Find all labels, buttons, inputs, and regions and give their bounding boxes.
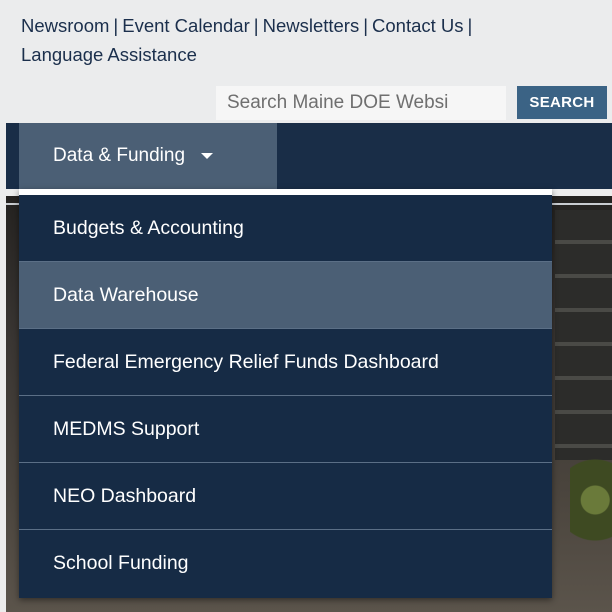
newsletters-link[interactable]: Newsletters — [263, 15, 360, 36]
search-input[interactable] — [216, 86, 506, 120]
menu-item-data-warehouse[interactable]: Data Warehouse — [19, 262, 552, 329]
contact-us-link[interactable]: Contact Us — [372, 15, 464, 36]
newsroom-link[interactable]: Newsroom — [21, 15, 109, 36]
caret-down-icon — [201, 153, 214, 159]
link-separator: | — [363, 15, 369, 36]
menu-item-neo-dashboard[interactable]: NEO Dashboard — [19, 463, 552, 530]
utility-links: Newsroom | Event Calendar | Newsletters | Cont… — [21, 11, 581, 69]
language-assistance-link[interactable]: Language Assistance — [21, 44, 197, 65]
menu-item-medms-support[interactable]: MEDMS Support — [19, 396, 552, 463]
menu-item-federal-emergency-relief-funds-dashboard[interactable]: Federal Emergency Relief Funds Dashboard — [19, 329, 552, 396]
nav-tab-label: Data & Funding — [53, 145, 186, 166]
menu-item-school-funding[interactable]: School Funding — [19, 530, 552, 597]
data-funding-dropdown-menu: Budgets & Accounting Data Warehouse Fede… — [19, 189, 552, 598]
nav-tab-data-funding[interactable]: Data & Funding — [19, 123, 277, 189]
event-calendar-link[interactable]: Event Calendar — [122, 15, 250, 36]
menu-item-budgets-accounting[interactable]: Budgets & Accounting — [19, 195, 552, 262]
link-separator: | — [253, 15, 259, 36]
hero-building-windows — [555, 210, 612, 460]
link-separator: | — [467, 15, 473, 36]
search-button[interactable]: SEARCH — [517, 86, 607, 119]
link-separator: | — [113, 15, 119, 36]
hero-foliage — [570, 440, 612, 590]
